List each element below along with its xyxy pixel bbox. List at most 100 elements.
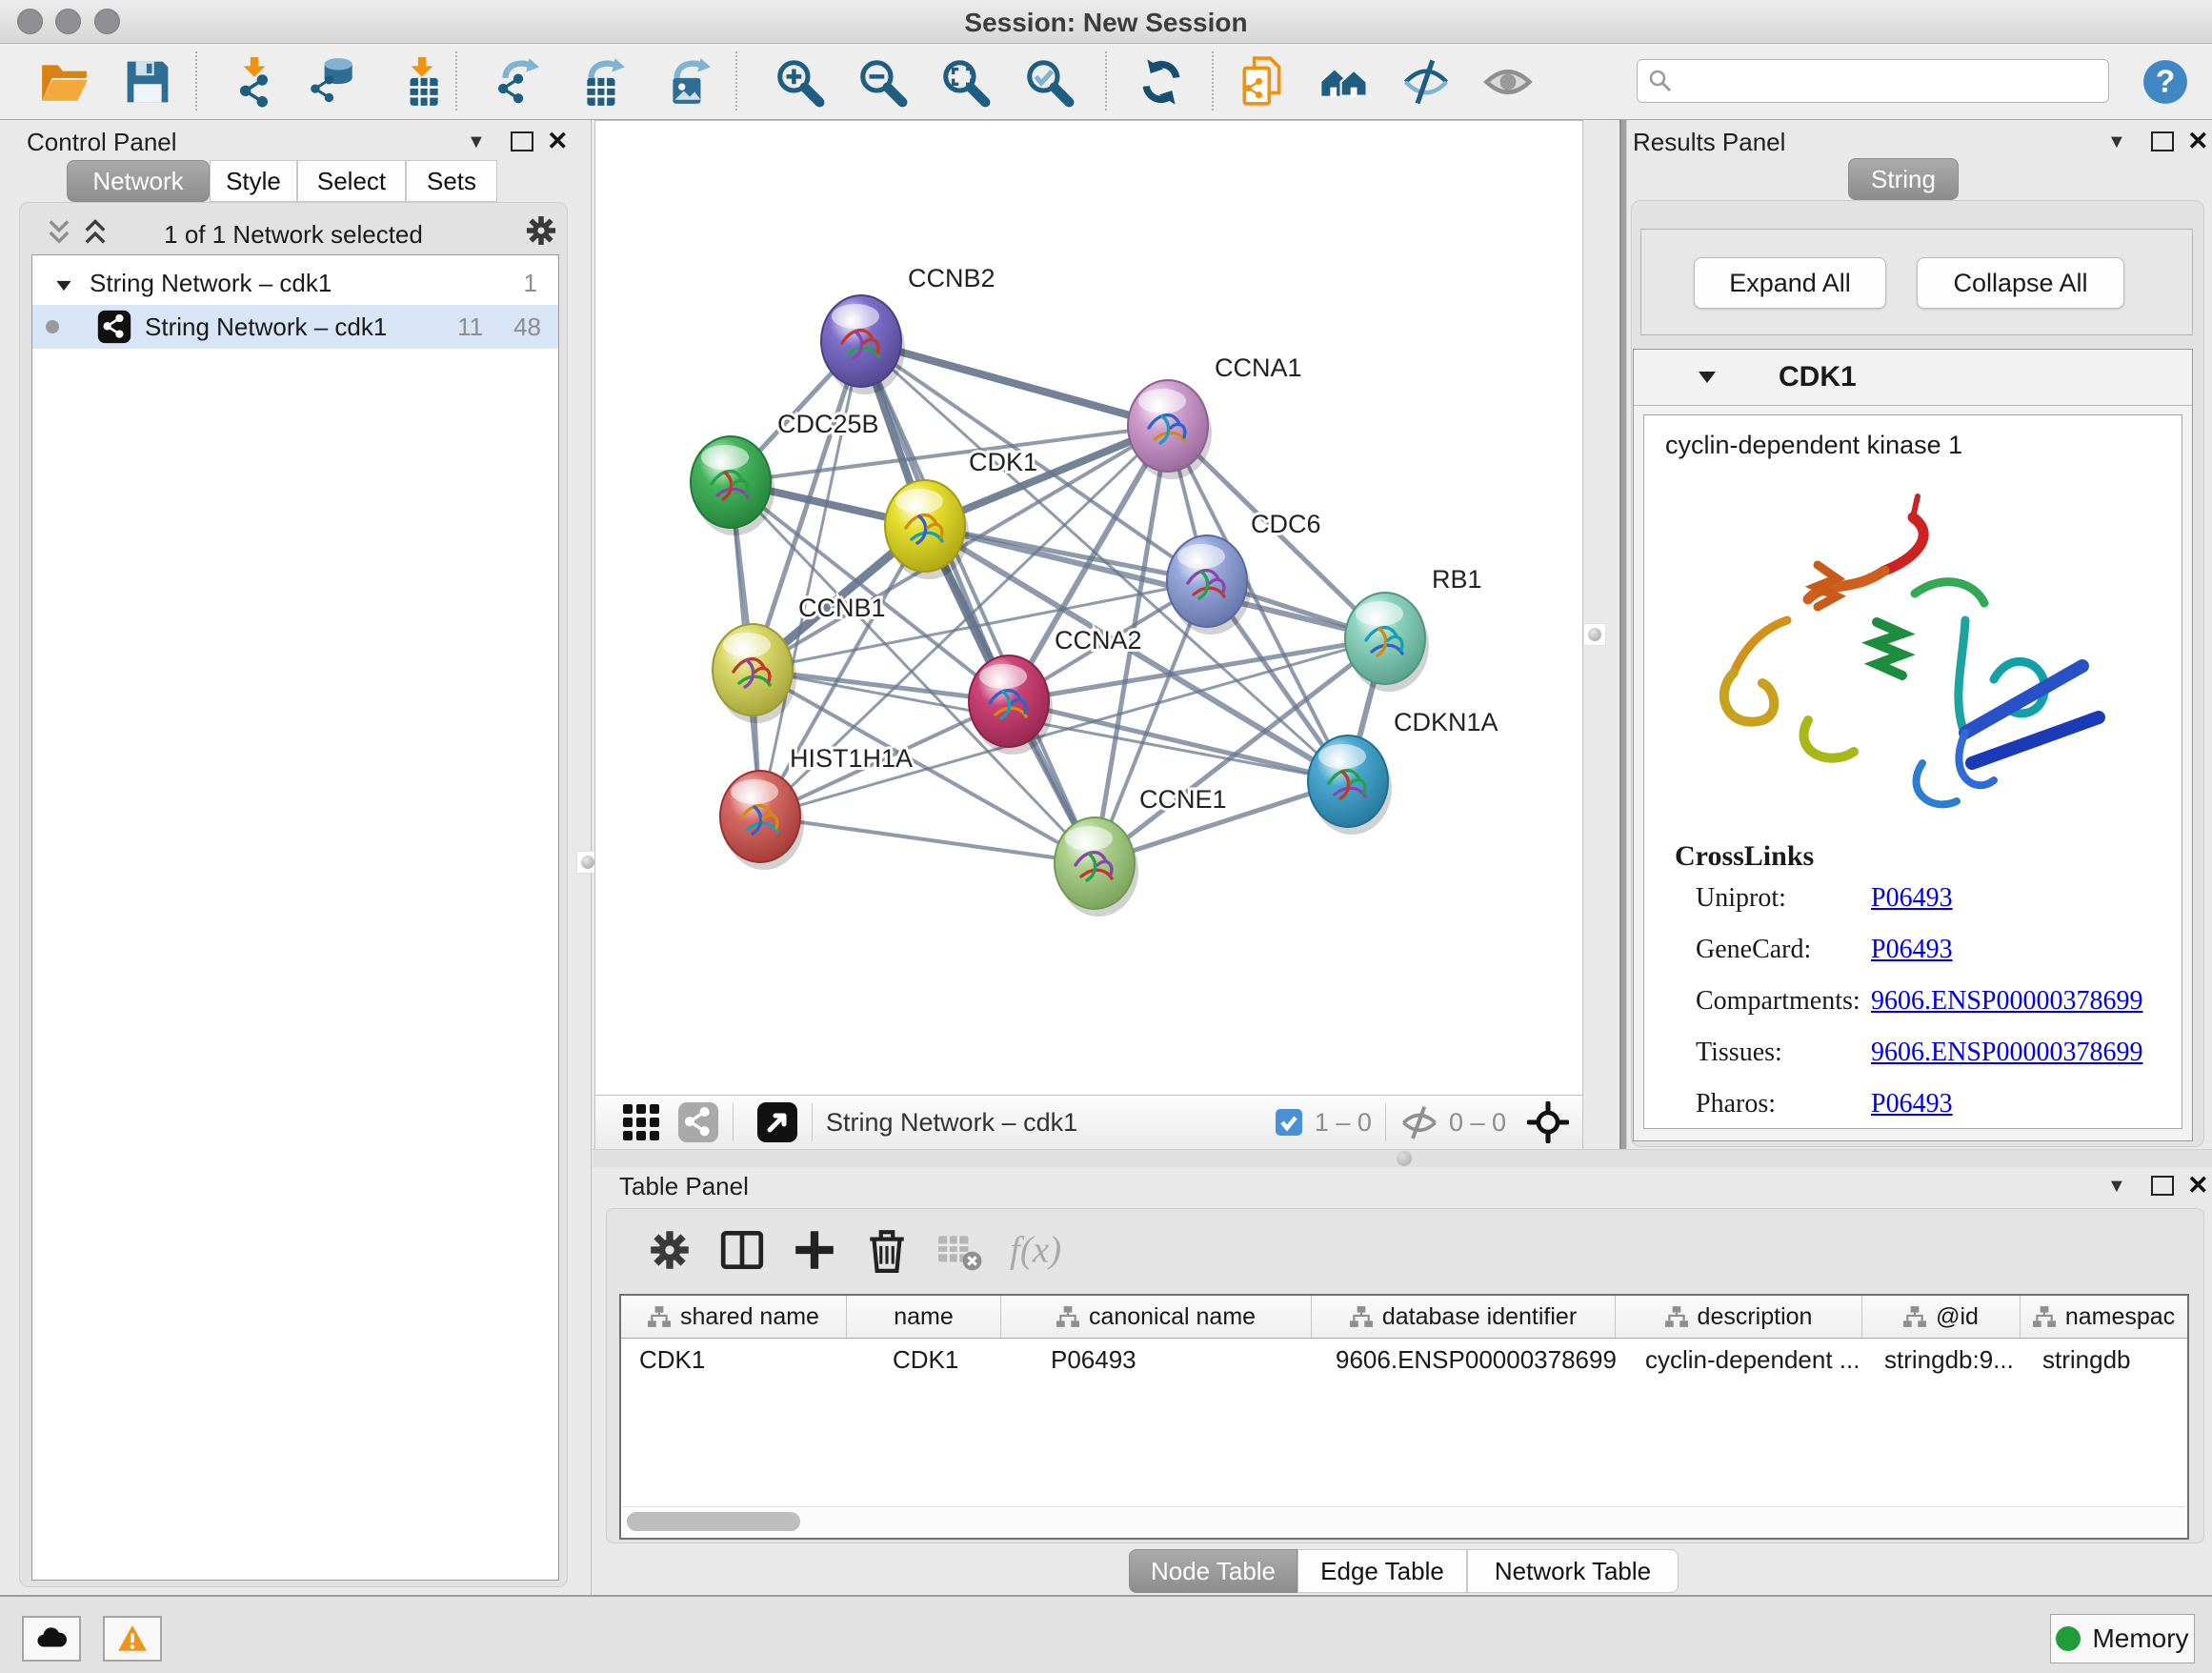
network-collection-row[interactable]: String Network – cdk1 1 bbox=[32, 261, 558, 305]
view-network-icon[interactable] bbox=[677, 1101, 719, 1143]
show-all-icon[interactable] bbox=[1482, 56, 1534, 108]
import-table-icon[interactable] bbox=[396, 56, 448, 108]
tab-edge-table[interactable]: Edge Table bbox=[1297, 1549, 1467, 1593]
cloud-status-button[interactable] bbox=[22, 1616, 81, 1662]
selected-checkbox-icon[interactable] bbox=[1275, 1108, 1303, 1137]
table-cell[interactable]: stringdb:9... bbox=[1862, 1339, 2021, 1381]
column-header-name[interactable]: name bbox=[847, 1296, 1001, 1338]
node-count: 11 bbox=[457, 312, 483, 342]
node-label: CCNB2 bbox=[908, 264, 995, 292]
panel-menu-icon[interactable]: ▼ bbox=[467, 131, 486, 153]
expand-all-button[interactable]: Expand All bbox=[1694, 257, 1886, 309]
tab-network-table[interactable]: Network Table bbox=[1467, 1549, 1679, 1593]
crosslink-value-link[interactable]: P06493 bbox=[1871, 883, 1953, 914]
import-network-file-icon[interactable] bbox=[229, 56, 280, 108]
horizontal-scrollbar[interactable] bbox=[623, 1506, 2185, 1536]
table-settings-gear-icon[interactable] bbox=[646, 1226, 694, 1274]
tab-network[interactable]: Network bbox=[67, 160, 210, 202]
warning-status-button[interactable] bbox=[103, 1616, 162, 1662]
refresh-icon[interactable] bbox=[1136, 56, 1187, 108]
cloud-icon bbox=[35, 1623, 68, 1655]
search-icon bbox=[1647, 68, 1674, 94]
detach-view-icon[interactable] bbox=[756, 1101, 798, 1143]
view-grid-icon[interactable] bbox=[620, 1101, 662, 1143]
import-network-database-icon[interactable] bbox=[309, 56, 360, 108]
zoom-out-icon[interactable] bbox=[856, 56, 908, 108]
node-CCNA1[interactable]: CCNA1CCNA1 bbox=[1128, 353, 1302, 479]
node-label: CCNA2 bbox=[1055, 626, 1142, 655]
add-column-icon[interactable] bbox=[791, 1226, 838, 1274]
column-header--id[interactable]: @id bbox=[1862, 1296, 2021, 1338]
scrollbar-thumb[interactable] bbox=[627, 1512, 800, 1531]
first-neighbors-icon[interactable] bbox=[1318, 56, 1370, 108]
show-columns-icon[interactable] bbox=[718, 1226, 766, 1274]
gene-collapse-icon[interactable] bbox=[1699, 372, 1716, 383]
node-CDC25B[interactable]: CDC25BCDC25B bbox=[691, 410, 879, 535]
delete-column-icon[interactable] bbox=[863, 1226, 911, 1274]
help-icon[interactable]: ? bbox=[2142, 58, 2189, 106]
node-HIST1H1A[interactable]: HIST1H1AHIST1H1A bbox=[720, 744, 913, 870]
zoom-in-icon[interactable] bbox=[774, 56, 825, 108]
zoom-fit-icon[interactable] bbox=[939, 56, 991, 108]
crosslink-value-link[interactable]: 9606.ENSP00000378699 bbox=[1871, 1038, 2142, 1068]
column-header-canonical-name[interactable]: canonical name bbox=[1001, 1296, 1312, 1338]
panel-menu-icon[interactable]: ▼ bbox=[2107, 131, 2126, 153]
collection-expand-icon[interactable] bbox=[55, 269, 72, 298]
tab-select[interactable]: Select bbox=[297, 160, 406, 202]
panel-menu-icon[interactable]: ▼ bbox=[2107, 1176, 2126, 1198]
export-image-icon[interactable] bbox=[663, 56, 714, 108]
tab-sets[interactable]: Sets bbox=[406, 160, 497, 202]
hidden-eye-icon[interactable] bbox=[1399, 1105, 1439, 1139]
function-builder-icon[interactable]: f(x) bbox=[1008, 1226, 1082, 1274]
network-options-gear-icon[interactable] bbox=[523, 212, 559, 249]
table-row[interactable]: CDK1CDK1P064939606.ENSP00000378699cyclin… bbox=[621, 1339, 2187, 1381]
edge-CCNA2-CDKN1A[interactable] bbox=[1009, 701, 1348, 781]
network-row-selected[interactable]: String Network – cdk1 11 48 bbox=[32, 305, 558, 349]
clone-network-icon[interactable] bbox=[1237, 56, 1288, 108]
save-session-icon[interactable] bbox=[122, 56, 173, 108]
export-table-icon[interactable] bbox=[577, 56, 629, 108]
gene-header[interactable]: CDK1 bbox=[1634, 350, 2192, 406]
crosslink-value-link[interactable]: P06493 bbox=[1871, 935, 1953, 965]
crosslink-value-link[interactable]: P06493 bbox=[1871, 1089, 1953, 1119]
fit-selected-icon[interactable] bbox=[1527, 1101, 1569, 1143]
panel-close-icon[interactable]: ✕ bbox=[2187, 131, 2209, 151]
panel-float-icon[interactable] bbox=[2151, 131, 2174, 151]
column-header-shared-name[interactable]: shared name bbox=[621, 1296, 847, 1338]
node-CCNB1[interactable]: CCNB1CCNB1 bbox=[713, 594, 886, 723]
right-splitter-grip[interactable] bbox=[1583, 623, 1606, 646]
table-cell[interactable]: CDK1 bbox=[847, 1339, 1001, 1381]
collapse-all-button[interactable]: Collapse All bbox=[1917, 257, 2124, 309]
tab-style[interactable]: Style bbox=[210, 160, 297, 202]
column-header-description[interactable]: description bbox=[1616, 1296, 1862, 1338]
crosslink-row: Tissues:9606.ENSP00000378699 bbox=[1644, 1027, 2182, 1078]
edge-CCNB2-CCNE1[interactable] bbox=[861, 341, 1095, 863]
hide-selection-icon[interactable] bbox=[1400, 56, 1452, 108]
panel-float-icon[interactable] bbox=[511, 131, 533, 151]
network-graph[interactable]: CCNB2CCNB2CCNA1CCNA1CDC25BCDC25BCDK1CDK1… bbox=[595, 121, 1580, 1093]
tab-node-table[interactable]: Node Table bbox=[1129, 1549, 1297, 1593]
open-session-icon[interactable] bbox=[38, 56, 90, 108]
column-header-database-identifier[interactable]: database identifier bbox=[1312, 1296, 1616, 1338]
column-header-namespac[interactable]: namespac bbox=[2021, 1296, 2187, 1338]
delete-table-icon[interactable] bbox=[935, 1226, 983, 1274]
crosslink-value-link[interactable]: 9606.ENSP00000378699 bbox=[1871, 986, 2142, 1017]
table-cell[interactable]: stringdb bbox=[2021, 1339, 2187, 1381]
panel-close-icon[interactable]: ✕ bbox=[547, 131, 569, 151]
table-cell[interactable]: CDK1 bbox=[621, 1339, 847, 1381]
panel-float-icon[interactable] bbox=[2151, 1176, 2174, 1196]
memory-button[interactable]: Memory bbox=[2050, 1614, 2195, 1663]
node-CDKN1A[interactable]: CDKN1ACDKN1A bbox=[1308, 708, 1498, 835]
table-cell[interactable]: P06493 bbox=[1001, 1339, 1312, 1381]
panel-close-icon[interactable]: ✕ bbox=[2187, 1176, 2209, 1195]
table-cell[interactable]: 9606.ENSP00000378699 bbox=[1312, 1339, 1616, 1381]
search-input[interactable] bbox=[1674, 67, 2108, 95]
export-network-icon[interactable] bbox=[492, 56, 543, 108]
edge-HIST1H1A-CCNE1[interactable] bbox=[760, 816, 1095, 863]
tab-string[interactable]: String bbox=[1848, 158, 1959, 200]
network-canvas[interactable]: CCNB2CCNB2CCNA1CCNA1CDC25BCDC25BCDK1CDK1… bbox=[594, 120, 1583, 1096]
zoom-selected-icon[interactable] bbox=[1023, 56, 1075, 108]
splitter-grip-dot[interactable] bbox=[1397, 1151, 1412, 1166]
node-RB1[interactable]: RB1RB1 bbox=[1345, 565, 1482, 692]
table-cell[interactable]: cyclin-dependent ... bbox=[1616, 1339, 1862, 1381]
